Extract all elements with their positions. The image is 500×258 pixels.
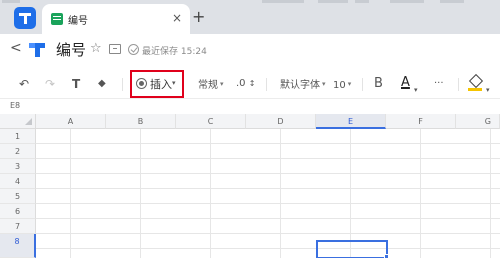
- chevron-down-icon[interactable]: ▾: [486, 81, 490, 99]
- insert-icon: [136, 78, 147, 89]
- decimal-label: .0: [236, 78, 246, 89]
- decimal-stepper-icon: ↕: [248, 79, 256, 88]
- new-tab-button[interactable]: +: [192, 8, 205, 26]
- cell-area[interactable]: [36, 129, 500, 258]
- bookmark-fragment: [262, 0, 304, 3]
- browser-tab-strip: 编号 × +: [0, 0, 500, 34]
- document-title-bar: < 编号 ☆ 最近保存 15:24: [0, 34, 500, 64]
- number-format-dropdown[interactable]: 常规 ▾: [198, 75, 224, 95]
- font-color-button[interactable]: A: [401, 75, 410, 90]
- more-icon[interactable]: ···: [434, 75, 444, 93]
- app-logo-icon[interactable]: [26, 38, 48, 60]
- font-family-dropdown[interactable]: 默认字体 ▾: [280, 75, 326, 95]
- format-painter-icon[interactable]: T: [72, 75, 80, 93]
- sheet-file-icon: [51, 13, 63, 25]
- star-icon[interactable]: ☆: [90, 41, 102, 56]
- chevron-down-icon[interactable]: ▾: [414, 81, 418, 99]
- font-family-label: 默认字体: [280, 80, 320, 91]
- column-header[interactable]: B: [106, 114, 176, 129]
- undo-icon[interactable]: ↶: [19, 75, 29, 93]
- tab-title: 编号: [68, 16, 88, 27]
- row-header[interactable]: 3: [0, 159, 36, 174]
- toolbar-divider: [458, 78, 459, 91]
- column-header-selected[interactable]: E: [316, 114, 386, 129]
- document-title[interactable]: 编号: [56, 39, 86, 60]
- row-header[interactable]: 2: [0, 144, 36, 159]
- row-header-selected[interactable]: 8: [0, 234, 36, 258]
- toolbar-divider: [362, 78, 363, 91]
- row-header[interactable]: 7: [0, 219, 36, 234]
- toolbar-divider: [122, 78, 123, 91]
- column-header[interactable]: D: [246, 114, 316, 129]
- chevron-down-icon: ▾: [322, 80, 326, 88]
- row-header[interactable]: 1: [0, 129, 36, 144]
- clear-format-icon[interactable]: ◆: [98, 75, 106, 93]
- redo-icon[interactable]: ↷: [45, 75, 55, 93]
- column-header[interactable]: C: [176, 114, 246, 129]
- decimal-places-control[interactable]: .0 ↕: [236, 75, 255, 93]
- bookmark-fragment: [318, 0, 348, 3]
- chevron-down-icon: ▾: [347, 80, 352, 88]
- number-format-label: 常规: [198, 80, 218, 91]
- toolbar: ↶ ↷ T ◆ 常规 ▾ .0 ↕ 默认字体 ▾ 10 ▾ B ▾ ··· ▾: [0, 70, 500, 98]
- formula-bar: E8: [0, 98, 500, 114]
- chevron-down-icon: ▾: [172, 79, 176, 87]
- fill-handle[interactable]: [384, 254, 389, 258]
- bold-button[interactable]: B: [374, 75, 383, 93]
- bookmark-fragment: [2, 0, 20, 3]
- column-header[interactable]: A: [36, 114, 106, 129]
- font-size-dropdown[interactable]: 10 ▾: [333, 75, 351, 95]
- bookmark-fragment: [390, 0, 424, 3]
- row-header[interactable]: 4: [0, 174, 36, 189]
- insert-label: 插入: [150, 78, 172, 91]
- back-button[interactable]: <: [10, 40, 22, 56]
- chevron-down-icon: ▾: [220, 80, 224, 88]
- active-cell[interactable]: [316, 240, 388, 258]
- close-icon[interactable]: ×: [172, 10, 182, 26]
- app-logo-icon[interactable]: [14, 7, 36, 29]
- saved-check-icon: [128, 44, 139, 55]
- move-to-folder-icon[interactable]: [109, 44, 121, 54]
- row-header[interactable]: 5: [0, 189, 36, 204]
- fill-color-icon[interactable]: [468, 75, 482, 91]
- browser-tab[interactable]: 编号 ×: [42, 4, 190, 34]
- column-header[interactable]: F: [386, 114, 456, 129]
- bookmark-fragment: [355, 0, 369, 3]
- bookmark-fragment: [440, 0, 464, 3]
- toolbar-divider: [266, 78, 267, 91]
- cell-reference[interactable]: E8: [10, 101, 20, 110]
- column-header[interactable]: G: [456, 114, 500, 129]
- select-all-corner[interactable]: [0, 114, 36, 129]
- spreadsheet-grid: A B C D E F G 1 2 3 4 5 6 7 8: [0, 114, 500, 258]
- save-status: 最近保存 15:24: [142, 47, 207, 57]
- font-size-label: 10: [333, 80, 346, 91]
- row-header[interactable]: 6: [0, 204, 36, 219]
